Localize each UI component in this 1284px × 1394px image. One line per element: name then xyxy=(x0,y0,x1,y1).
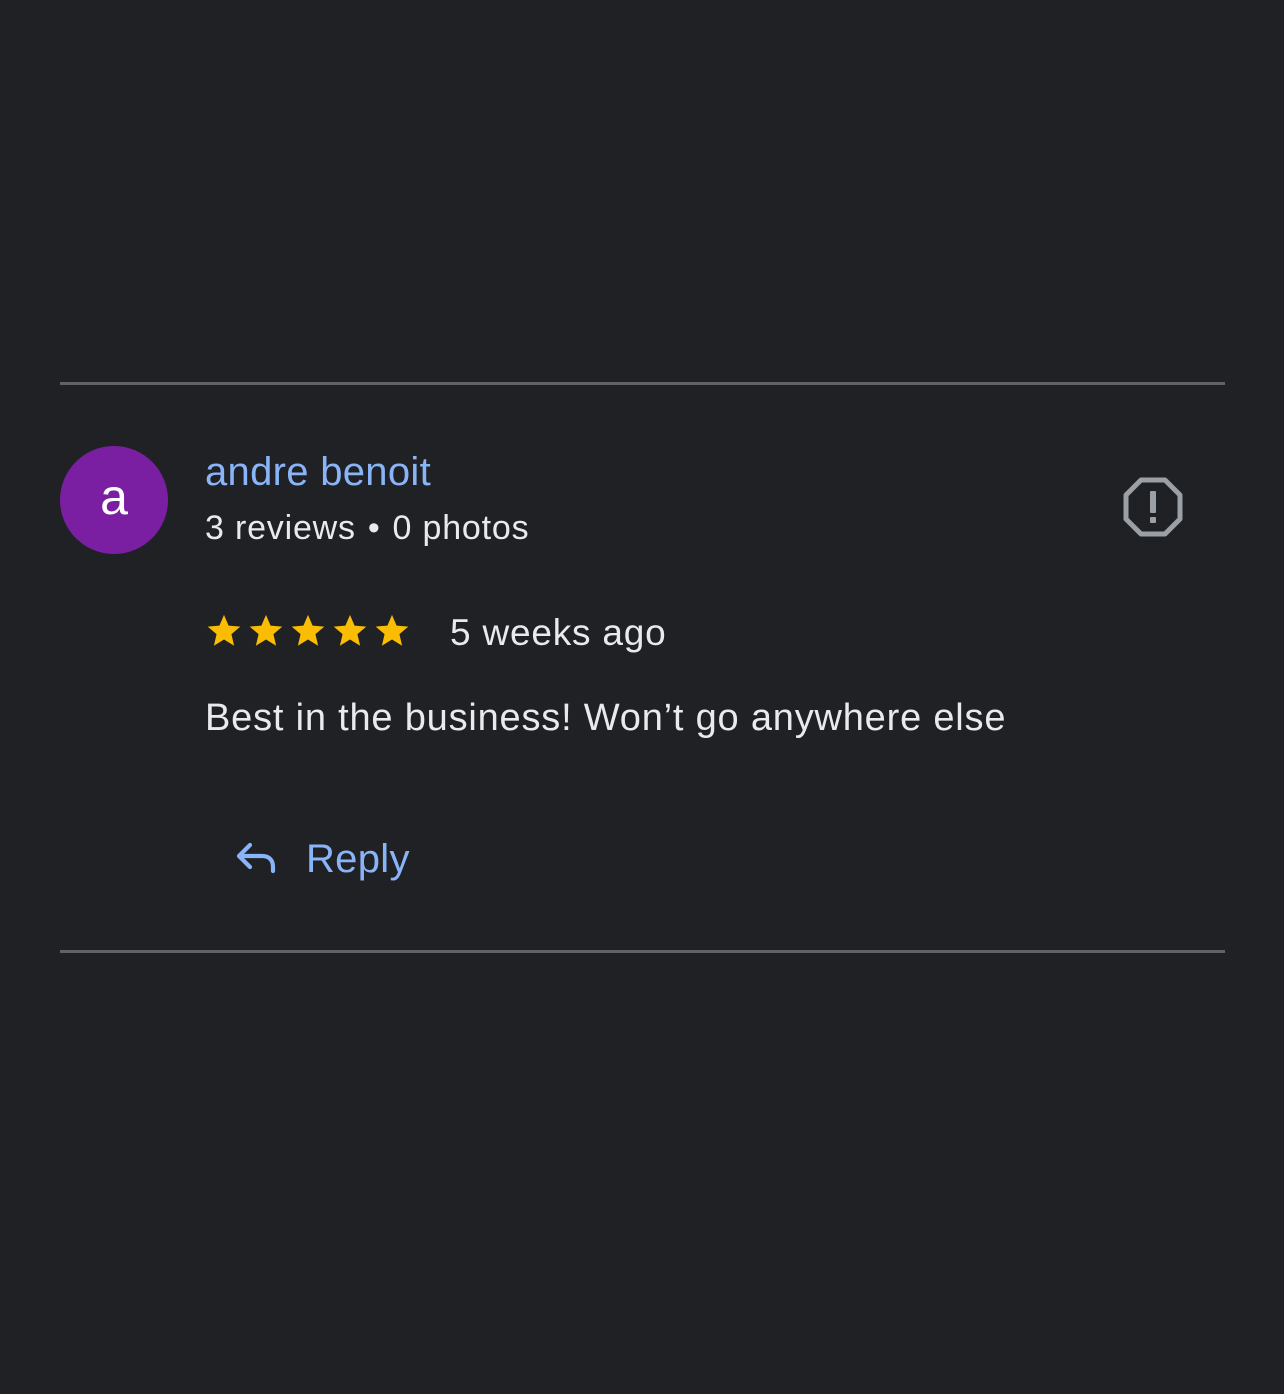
reply-arrow-icon xyxy=(232,833,280,886)
star-rating xyxy=(205,612,411,652)
star-icon xyxy=(333,614,367,646)
reviewer-name-link[interactable]: andre benoit xyxy=(205,450,431,495)
report-flag-icon[interactable] xyxy=(1122,476,1184,538)
star-icon xyxy=(249,614,283,646)
avatar[interactable]: a xyxy=(60,446,168,554)
reviewer-meta: 3 reviews • 0 photos xyxy=(205,509,529,548)
review-text: Best in the business! Won’t go anywhere … xyxy=(205,697,1007,739)
star-icon xyxy=(207,614,241,646)
bottom-divider xyxy=(60,950,1225,953)
reply-label: Reply xyxy=(306,836,410,881)
review-date: 5 weeks ago xyxy=(450,612,667,653)
reviews-count: 3 reviews xyxy=(205,509,356,547)
star-icon xyxy=(375,614,409,646)
top-divider xyxy=(60,382,1225,385)
photos-count: 0 photos xyxy=(392,509,530,547)
star-icon xyxy=(291,614,325,646)
review-card-page: a andre benoit 3 reviews • 0 photos 5 week… xyxy=(0,0,1284,1394)
meta-separator: • xyxy=(367,509,381,547)
reply-button[interactable]: Reply xyxy=(222,826,420,892)
